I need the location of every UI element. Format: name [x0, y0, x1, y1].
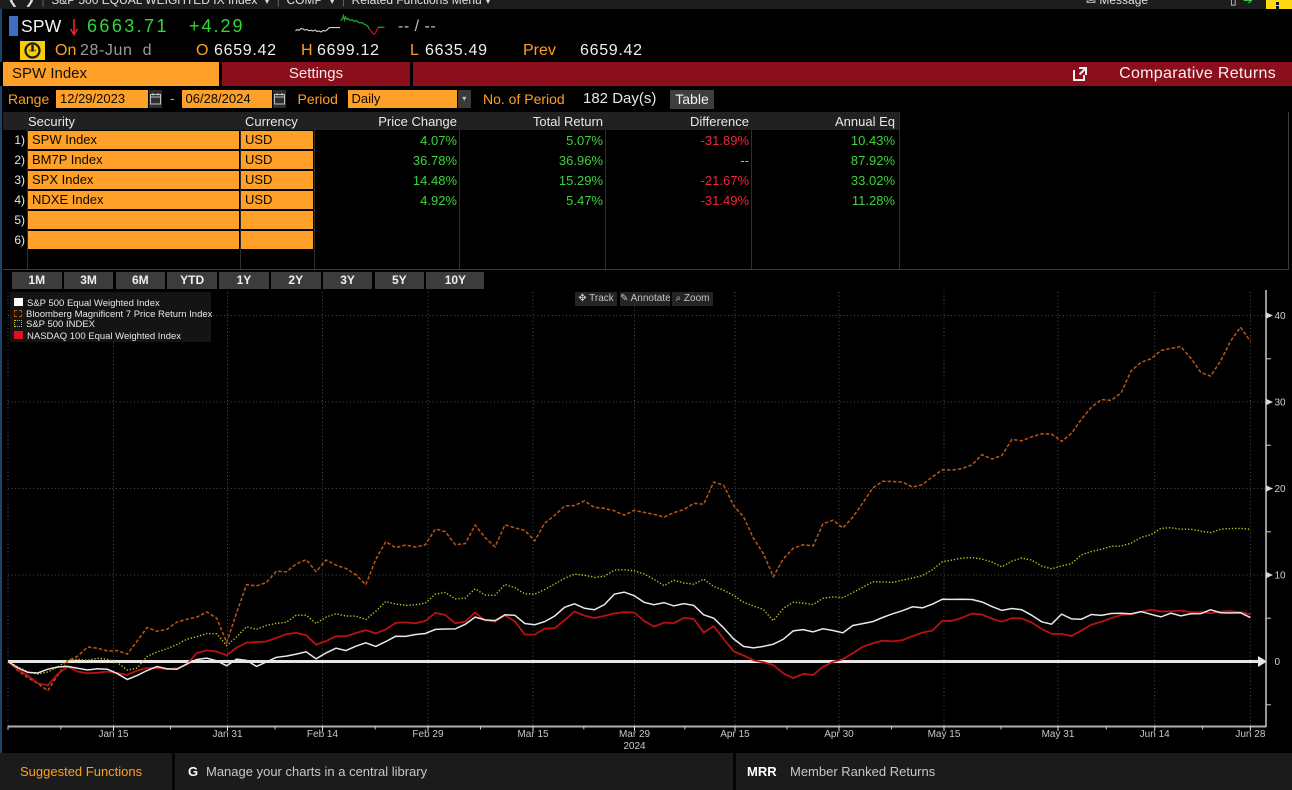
svg-text:May 31: May 31	[1042, 729, 1075, 740]
svg-text:Feb 14: Feb 14	[307, 729, 339, 740]
svg-text:20: 20	[1275, 484, 1287, 495]
svg-text:Jun 14: Jun 14	[1140, 729, 1170, 740]
svg-text:Apr 15: Apr 15	[720, 729, 750, 740]
svg-text:10: 10	[1275, 571, 1287, 582]
svg-text:0: 0	[1275, 657, 1281, 668]
svg-text:Feb 29: Feb 29	[412, 729, 444, 740]
svg-text:May 15: May 15	[928, 729, 961, 740]
svg-text:40: 40	[1275, 311, 1287, 322]
svg-text:Apr 30: Apr 30	[824, 729, 854, 740]
svg-text:Jan 31: Jan 31	[212, 729, 242, 740]
svg-text:Jun 28: Jun 28	[1235, 729, 1265, 740]
svg-text:Jan 15: Jan 15	[98, 729, 128, 740]
svg-text:2024: 2024	[623, 741, 646, 752]
svg-text:30: 30	[1275, 398, 1287, 409]
svg-text:Mar 15: Mar 15	[517, 729, 549, 740]
svg-text:Mar 29: Mar 29	[619, 729, 651, 740]
